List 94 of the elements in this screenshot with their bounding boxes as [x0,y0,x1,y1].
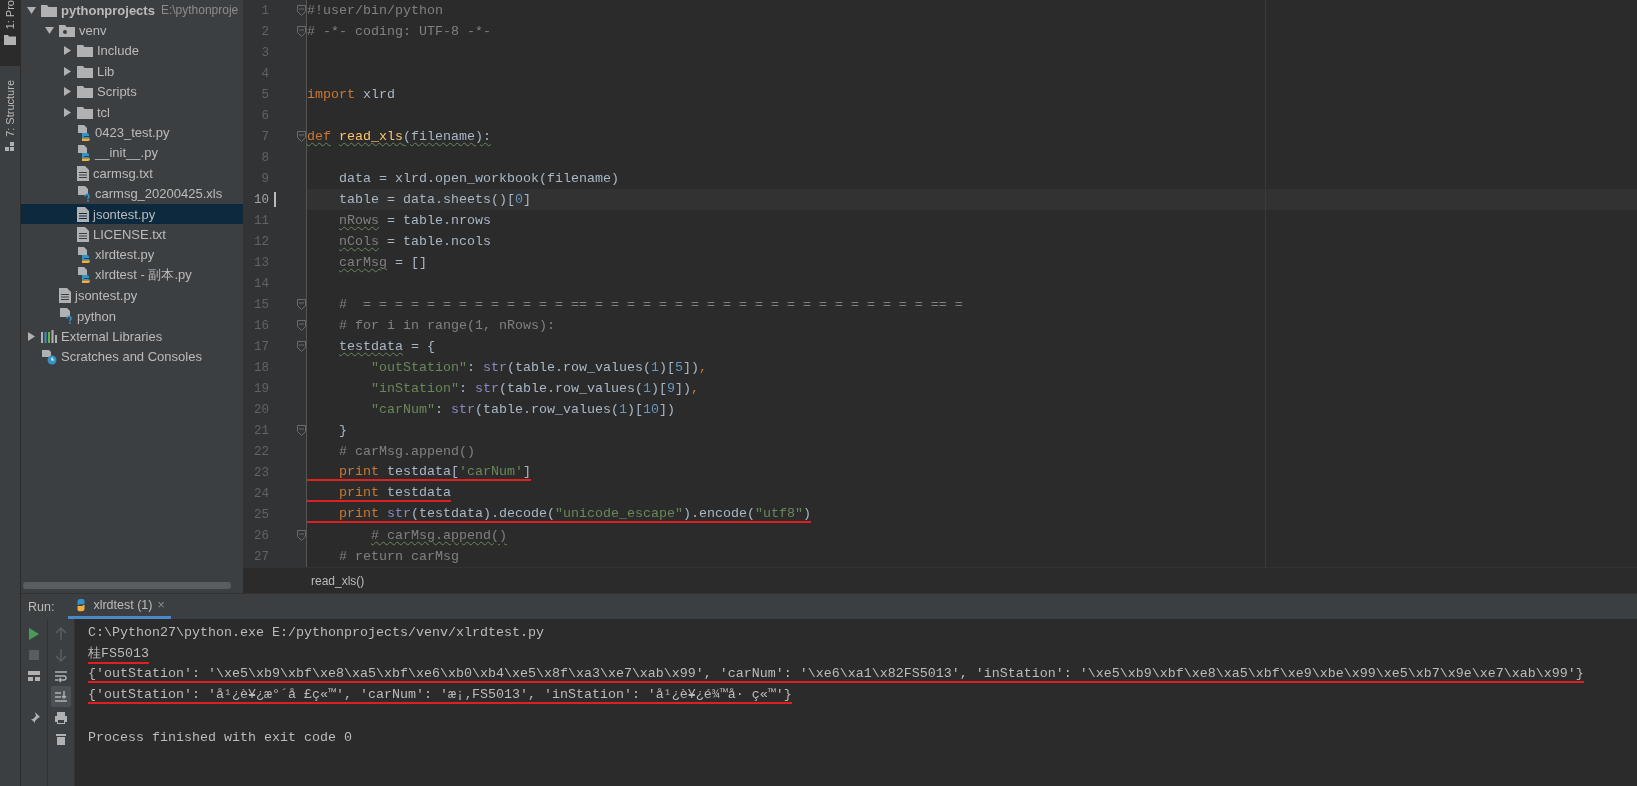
code-line: # carMsg.append() [338,444,475,459]
python-file-icon [77,144,91,161]
console-output: Process finished with exit code 0 [88,730,352,745]
code-line: # = = = = = = = = = = = = = == = = = = = = = = = = = = = = = = = = = = = == = [338,297,963,312]
fold-marker-icon[interactable] [297,530,306,541]
fold-marker-icon[interactable] [297,131,306,142]
code-line: "carNum": str(table.row_values(1)[10]) [370,402,675,417]
scroll-end-button[interactable] [51,686,71,707]
text-file-icon [77,165,89,181]
console-output: C:\Python27\python.exe E:/pythonprojects/venv/xlrdtest.py [88,625,544,640]
run-icon [27,626,41,641]
tree-item[interactable]: carmsg_20200425.xls [21,183,243,204]
expanded-arrow-icon[interactable] [26,6,36,14]
console-output: 桂FS5013 [88,643,149,664]
tree-item[interactable]: Lib [21,61,243,82]
tree-item[interactable]: __init__.py [21,142,243,164]
expanded-arrow-icon[interactable] [44,27,54,35]
console-output: {'outStation': '\xe5\xb9\xbf\xe8\xa5\xbf\xe6\xb0\xb4\xe5\x8f\xa3\xe7\xab\x99', 'carNum': '\xe6\xa1\x82FS5013', 'inStation': '\xe5\xb9\xbf\xe8\xa5\xbf\xe9\xbe\x99\xe5\xb7\x9e\xe7\xab\x99'} [88,666,1584,683]
tree-item[interactable]: External Libraries [21,326,243,347]
code-line: "inStation": str(table.row_values(1)[9]), [370,381,699,396]
text-cursor [274,192,276,207]
code-line: def read_xls(filename): [307,129,491,144]
tree-item[interactable]: jsontest.py [21,203,243,225]
code-line: nRows = table.nrows [338,213,491,228]
folder-icon [77,44,93,58]
code-line: #!user/bin/python [307,3,443,18]
code-line: print testdata [307,485,451,502]
tree-item[interactable]: 0423_test.py [21,122,243,143]
fold-marker-icon[interactable] [297,341,306,352]
tree-item[interactable]: xlrdtest.py [21,244,243,266]
folder-icon [59,24,75,38]
fold-marker-icon[interactable] [297,5,306,16]
folder-icon [77,105,93,119]
tree-item[interactable]: python [21,305,243,327]
python-file-icon [77,267,91,284]
line-number: 10 [253,192,269,207]
tree-item[interactable]: LICENSE.txt [21,224,243,245]
scroll-end-icon [54,689,68,704]
tree-item[interactable]: jsontest.py [21,285,243,306]
tool-window-tab[interactable]: 1: Pro [0,0,20,66]
text-file-icon [77,206,89,222]
tree-item[interactable]: Scripts [21,81,243,102]
fold-marker-icon[interactable] [297,320,306,331]
tree-item[interactable]: Include [21,40,243,62]
code-line: # carMsg.append() [370,528,507,543]
breadcrumb[interactable]: read_xls() [311,573,365,588]
code-line: # for i in range(1, nRows): [338,318,555,333]
python-file-icon [77,246,91,263]
trash-icon [54,731,68,746]
code-line: print str(testdata).decode("unicode_escape").encode("utf8") [307,506,811,523]
code-line: data = xlrd.open_workbook(filename) [338,171,619,186]
code-line: } [338,423,347,438]
down-icon [54,647,68,662]
scrollbar[interactable] [23,582,231,589]
code-line: print testdata['carNum'] [307,464,531,481]
tree-item[interactable]: tcl [21,101,243,123]
fold-marker-icon[interactable] [297,26,306,37]
project-path: E:\pythonproje [160,3,239,18]
layout-icon [27,668,41,683]
tree-item[interactable]: venv [21,20,243,41]
text-file-icon [77,227,89,242]
console-output: {'outStation': 'å¹¿è¥¿æ°´å £ç«™', 'carNum': 'æ¡‚FS5013', 'inStation': 'å¹¿è¥¿é¾™å· ç«™'} [88,687,792,704]
folder-icon [4,34,16,46]
tree-item[interactable]: Scratches and Consoles [21,346,243,368]
unknown-file-icon [77,185,91,202]
tree-item[interactable]: pythonprojects E:\pythonproje [21,0,243,21]
up-icon [54,626,68,641]
text-file-icon [59,288,71,304]
run-label: Run: [28,599,55,614]
code-line: testdata = { [338,339,435,354]
tool-window-tab[interactable]: 7: Structure [0,66,20,160]
python-file-icon [77,124,91,141]
scratches-icon [41,348,57,365]
close-icon[interactable]: × [157,598,165,612]
collapsed-arrow-icon[interactable] [27,331,35,341]
code-line: "outStation": str(table.row_values(1)[5]), [370,360,707,375]
code-line: import xlrd [307,87,395,102]
folder-icon [77,64,93,78]
code-line: # -*- coding: UTF-8 -*- [307,24,491,39]
libraries-icon [41,329,57,343]
folder-icon [41,3,57,17]
tree-item[interactable]: carmsg.txt [21,163,243,184]
fold-marker-icon[interactable] [297,425,306,436]
print-icon [54,710,68,725]
stop-icon [27,647,41,662]
folder-icon [77,85,93,99]
fold-marker-icon[interactable] [297,299,306,310]
code-line: carMsg = [] [338,255,427,270]
code-line: # return carMsg [338,549,459,564]
wrap-icon [54,668,68,683]
structure-icon [5,141,15,152]
tree-item[interactable]: xlrdtest - 副本.py [21,265,243,286]
code-line: nCols = table.ncols [338,234,491,249]
unknown-file-icon [59,308,73,325]
